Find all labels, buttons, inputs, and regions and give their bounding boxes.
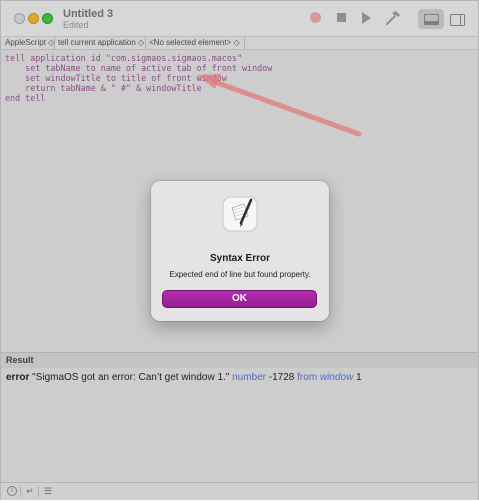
result-pane-header: Result (1, 352, 478, 369)
script-editor-app-icon (222, 196, 258, 232)
ok-button[interactable]: OK (162, 290, 317, 308)
window-index: 1 (353, 372, 362, 383)
bottom-divider (38, 486, 39, 497)
error-keyword: error (6, 372, 30, 383)
from-keyword: from (297, 372, 318, 383)
return-icon[interactable]: ↵ (25, 486, 35, 496)
dialog-message: Expected end of line but found property. (169, 270, 311, 279)
number-keyword: number (232, 372, 267, 383)
result-error-line: error "SigmaOS got an error: Can’t get w… (6, 372, 362, 383)
result-header-label: Result (6, 355, 34, 365)
info-icon[interactable]: i (7, 486, 17, 496)
bottom-bar: i ↵ ☰ (1, 482, 478, 500)
error-code: -1728 (266, 372, 298, 383)
window-keyword: window (319, 372, 354, 383)
dialog-title: Syntax Error (209, 253, 271, 264)
list-icon[interactable]: ☰ (43, 486, 53, 496)
error-message: "SigmaOS got an error: Can’t get window … (29, 372, 233, 383)
syntax-error-dialog: Syntax Error Expected end of line but fo… (151, 181, 329, 321)
bottom-divider (20, 486, 21, 497)
script-editor-window: Untitled 3 Edited AppleScript ◇ tell cur… (0, 0, 479, 500)
result-pane: error "SigmaOS got an error: Can’t get w… (1, 368, 478, 481)
